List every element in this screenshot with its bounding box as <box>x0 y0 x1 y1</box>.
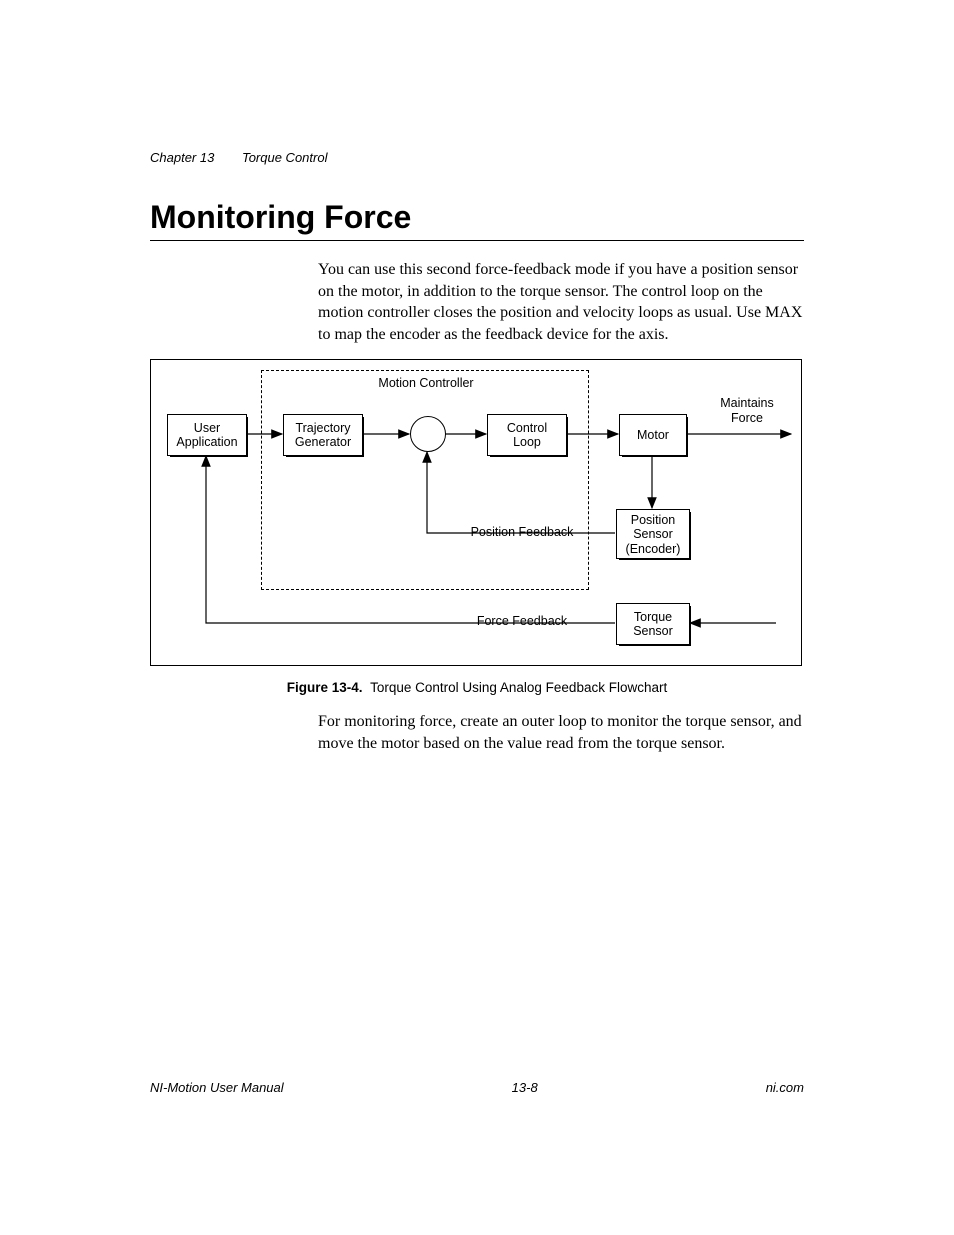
chapter-title: Torque Control <box>242 150 328 165</box>
psensor-l2: Sensor <box>633 527 673 541</box>
maintains-l2: Force <box>731 411 763 425</box>
motor-node: Motor <box>619 414 687 456</box>
footer-right: ni.com <box>766 1080 804 1095</box>
running-header: Chapter 13 Torque Control <box>150 150 804 165</box>
figure-13-4: Motion Controller UserApplication Trajec… <box>150 359 804 695</box>
figure-title: Torque Control Using Analog Feedback Flo… <box>370 680 667 695</box>
heading-rule <box>150 240 804 241</box>
psensor-l3: (Encoder) <box>626 542 681 556</box>
force-feedback-label: Force Feedback <box>457 614 587 628</box>
user-application-node: UserApplication <box>167 414 247 456</box>
maintains-l1: Maintains <box>720 396 774 410</box>
tsensor-l1: Torque <box>634 610 672 624</box>
maintains-force-label: Maintains Force <box>707 396 787 425</box>
position-feedback-label: Position Feedback <box>457 525 587 539</box>
ctrl-l2: Loop <box>513 435 541 449</box>
body-text: You can use this second force-feedback m… <box>318 259 804 345</box>
motion-controller-label: Motion Controller <box>351 376 501 390</box>
footer-left: NI-Motion User Manual <box>150 1080 284 1095</box>
motion-controller-region <box>261 370 589 590</box>
motor-label: Motor <box>637 428 669 442</box>
user-app-l1: User <box>194 421 220 435</box>
paragraph-1: You can use this second force-feedback m… <box>318 259 804 345</box>
tsensor-l2: Sensor <box>633 624 673 638</box>
heading-monitoring-force: Monitoring Force <box>150 199 804 236</box>
traj-l1: Trajectory <box>295 421 350 435</box>
footer-center: 13-8 <box>512 1080 538 1095</box>
user-app-l2: Application <box>176 435 237 449</box>
control-loop-node: ControlLoop <box>487 414 567 456</box>
paragraph-2: For monitoring force, create an outer lo… <box>318 711 804 754</box>
figure-caption: Figure 13-4. Torque Control Using Analog… <box>158 680 796 695</box>
figure-number: Figure 13-4. <box>287 680 363 695</box>
psensor-l1: Position <box>631 513 675 527</box>
position-sensor-node: PositionSensor(Encoder) <box>616 509 690 559</box>
flowchart-box: Motion Controller UserApplication Trajec… <box>150 359 802 666</box>
ctrl-l1: Control <box>507 421 547 435</box>
torque-sensor-node: TorqueSensor <box>616 603 690 645</box>
body-text-2: For monitoring force, create an outer lo… <box>318 711 804 754</box>
page-footer: NI-Motion User Manual 13-8 ni.com <box>150 1080 804 1095</box>
chapter-number: Chapter 13 <box>150 150 214 165</box>
traj-l2: Generator <box>295 435 351 449</box>
trajectory-generator-node: TrajectoryGenerator <box>283 414 363 456</box>
